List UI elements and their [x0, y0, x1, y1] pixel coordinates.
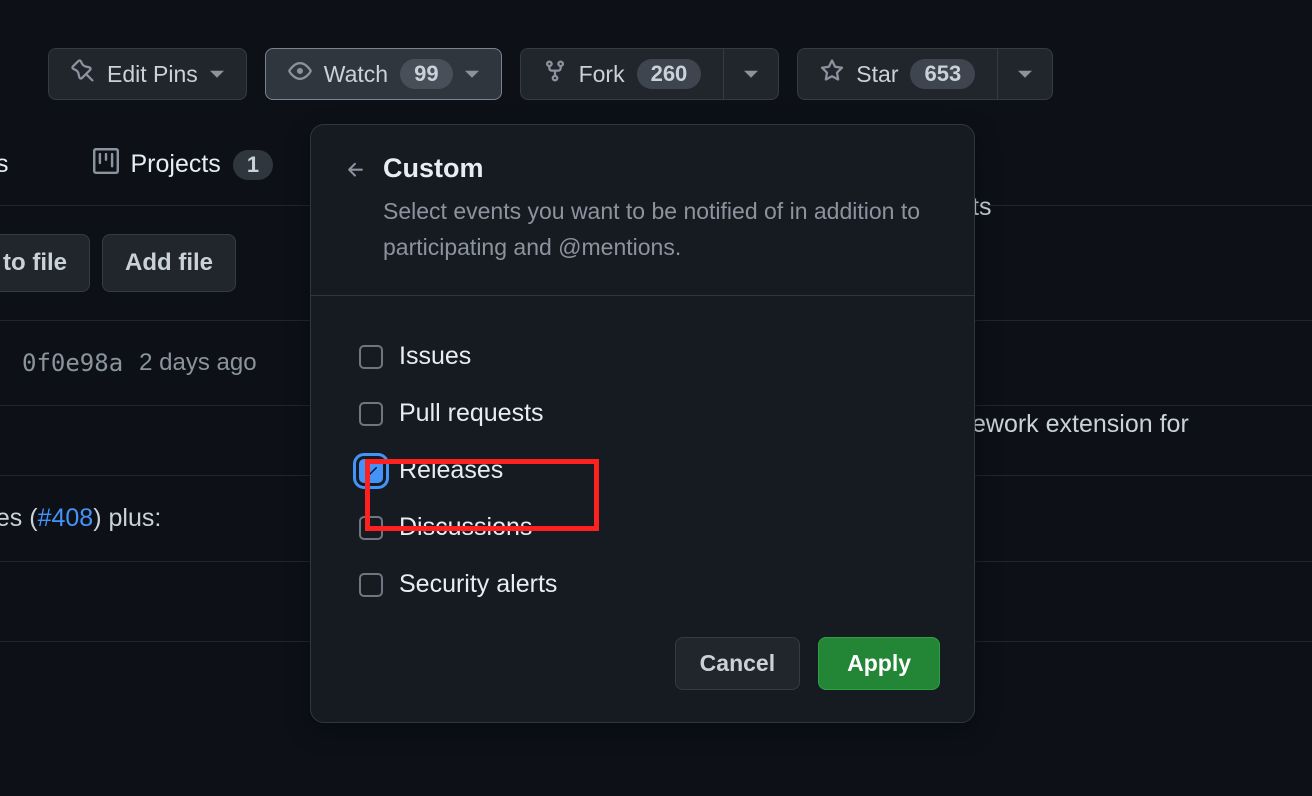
watch-custom-dropdown: Custom Select events you want to be noti…: [310, 124, 975, 723]
commit-time: 2 days ago: [139, 349, 256, 377]
nav-partial-left: s: [0, 150, 9, 179]
fork-button-group: Fork 260: [520, 48, 780, 100]
fork-icon: [543, 59, 567, 89]
fork-label: Fork: [579, 61, 625, 88]
commit-hash[interactable]: 0f0e98a: [22, 349, 123, 377]
cancel-button[interactable]: Cancel: [675, 637, 800, 690]
dropdown-header: Custom Select events you want to be noti…: [311, 125, 974, 296]
dropdown-title: Custom: [383, 153, 940, 184]
edit-pins-label: Edit Pins: [107, 61, 198, 88]
star-label: Star: [856, 61, 898, 88]
project-icon: [93, 148, 119, 181]
star-dropdown-button[interactable]: [998, 48, 1053, 100]
star-count: 653: [910, 59, 975, 89]
body-suffix: ) plus:: [93, 504, 161, 532]
option-pull-requests[interactable]: Pull requests: [359, 385, 940, 442]
projects-count: 1: [233, 150, 273, 180]
back-button[interactable]: [345, 159, 367, 265]
watch-button[interactable]: Watch 99: [265, 48, 502, 100]
option-discussions[interactable]: Discussions: [359, 499, 940, 556]
eye-icon: [288, 59, 312, 89]
caret-down-icon: [465, 61, 479, 88]
star-icon: [820, 59, 844, 89]
option-security-alerts[interactable]: Security alerts: [359, 556, 940, 613]
edit-pins-button[interactable]: Edit Pins: [48, 48, 247, 100]
option-releases[interactable]: Releases: [359, 442, 940, 499]
fork-count: 260: [637, 59, 702, 89]
option-security-alerts-label: Security alerts: [399, 570, 557, 599]
star-button-group: Star 653: [797, 48, 1053, 100]
dropdown-subtitle: Select events you want to be notified of…: [383, 194, 940, 265]
caret-down-icon: [1018, 61, 1032, 88]
watch-label: Watch: [324, 61, 388, 88]
fork-button[interactable]: Fork 260: [520, 48, 725, 100]
body-prefix: ges (: [0, 504, 38, 532]
option-pull-requests-label: Pull requests: [399, 399, 544, 428]
checkbox-pull-requests[interactable]: [359, 402, 383, 426]
tab-projects[interactable]: Projects 1: [23, 148, 274, 181]
star-button[interactable]: Star 653: [797, 48, 998, 100]
option-issues[interactable]: Issues: [359, 328, 940, 385]
projects-label: Projects: [131, 150, 221, 179]
repo-action-toolbar: Edit Pins Watch 99 Fork 260: [0, 0, 1312, 120]
fork-dropdown-button[interactable]: [724, 48, 779, 100]
option-issues-label: Issues: [399, 342, 471, 371]
watch-count: 99: [400, 59, 452, 89]
apply-button[interactable]: Apply: [818, 637, 940, 690]
caret-down-icon: [744, 61, 758, 88]
pin-icon: [71, 59, 95, 89]
repo-description-partial: ework extension for: [972, 410, 1189, 439]
checkbox-security-alerts[interactable]: [359, 573, 383, 597]
option-releases-label: Releases: [399, 456, 503, 485]
checkbox-discussions[interactable]: [359, 516, 383, 540]
checkbox-releases[interactable]: [359, 459, 383, 483]
checkbox-issues[interactable]: [359, 345, 383, 369]
dropdown-options: Issues Pull requests Releases Discussion…: [311, 296, 974, 621]
option-discussions-label: Discussions: [399, 513, 532, 542]
issue-link[interactable]: #408: [38, 504, 94, 532]
add-file-button[interactable]: Add file: [102, 234, 236, 292]
caret-down-icon: [210, 61, 224, 88]
dropdown-footer: Cancel Apply: [311, 621, 974, 722]
go-to-file-button[interactable]: to file: [0, 234, 90, 292]
